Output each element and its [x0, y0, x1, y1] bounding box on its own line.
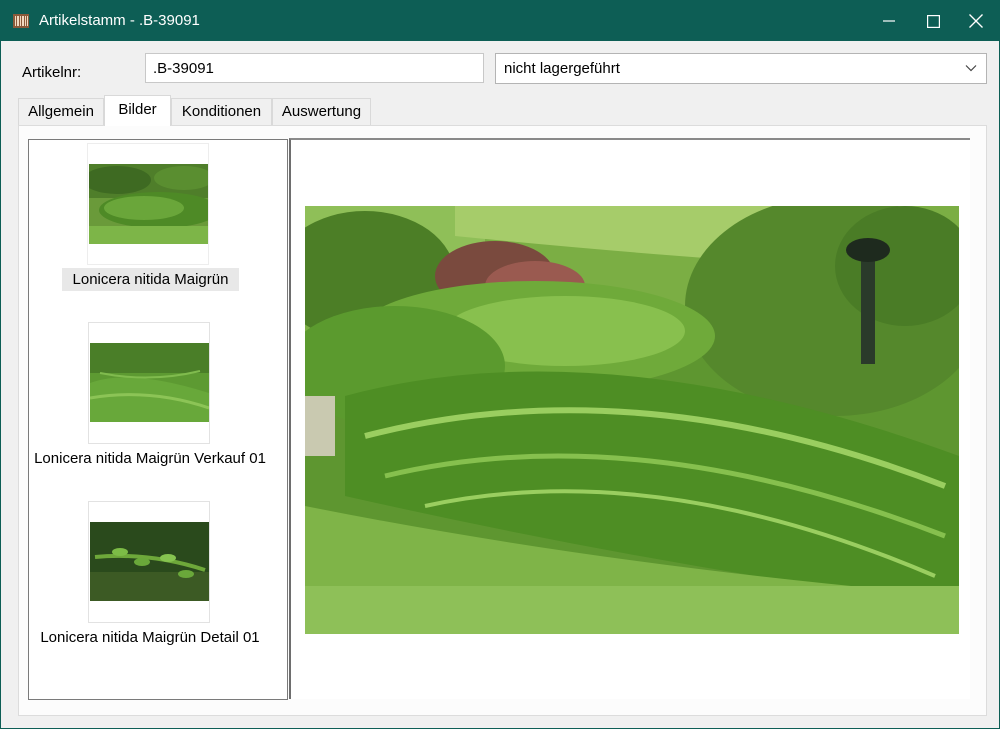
maximize-button[interactable] [910, 1, 956, 41]
tab-bilder[interactable]: Bilder [104, 95, 171, 126]
minimize-button[interactable] [866, 1, 912, 41]
preview-image [305, 206, 959, 634]
tab-auswertung[interactable]: Auswertung [272, 98, 371, 125]
lager-status-value: nicht lagergeführt [504, 60, 620, 77]
tab-label: Auswertung [281, 103, 362, 120]
minimize-icon [883, 20, 895, 22]
title-bar[interactable]: Artikelstamm - .B-39091 [1, 1, 999, 41]
close-icon [969, 14, 983, 28]
thumbnail-image [89, 164, 208, 244]
thumbnail-caption: Lonicera nitida Maigrün [62, 268, 239, 291]
tab-konditionen[interactable]: Konditionen [171, 98, 272, 125]
thumbnail-frame[interactable] [87, 143, 209, 265]
image-preview-panel [289, 138, 970, 699]
image-thumbnail-list[interactable]: Lonicera nitida Maigrün Lonicera nitida … [28, 139, 288, 700]
barcode-icon [13, 14, 29, 28]
thumbnail-image [90, 343, 209, 422]
tab-label: Allgemein [28, 103, 94, 120]
close-button[interactable] [953, 1, 999, 41]
window-title: Artikelstamm - .B-39091 [39, 12, 200, 29]
tab-label: Konditionen [181, 103, 262, 120]
thumbnail-frame[interactable] [88, 322, 210, 444]
artikelnr-label: Artikelnr: [22, 64, 82, 81]
thumbnail-image [90, 522, 209, 601]
tab-allgemein[interactable]: Allgemein [18, 98, 104, 125]
lager-status-dropdown[interactable]: nicht lagergeführt [495, 53, 987, 84]
article-master-window: Artikelstamm - .B-39091 Artikelnr: nicht… [0, 0, 1000, 729]
maximize-icon [926, 14, 940, 28]
artikelnr-input[interactable] [145, 53, 484, 83]
thumbnail-frame[interactable] [88, 501, 210, 623]
thumbnail-caption: Lonicera nitida Maigrün Verkauf 01 [34, 450, 266, 467]
thumbnail-caption: Lonicera nitida Maigrün Detail 01 [40, 629, 260, 646]
chevron-down-icon [965, 65, 977, 72]
tab-label: Bilder [118, 101, 157, 118]
